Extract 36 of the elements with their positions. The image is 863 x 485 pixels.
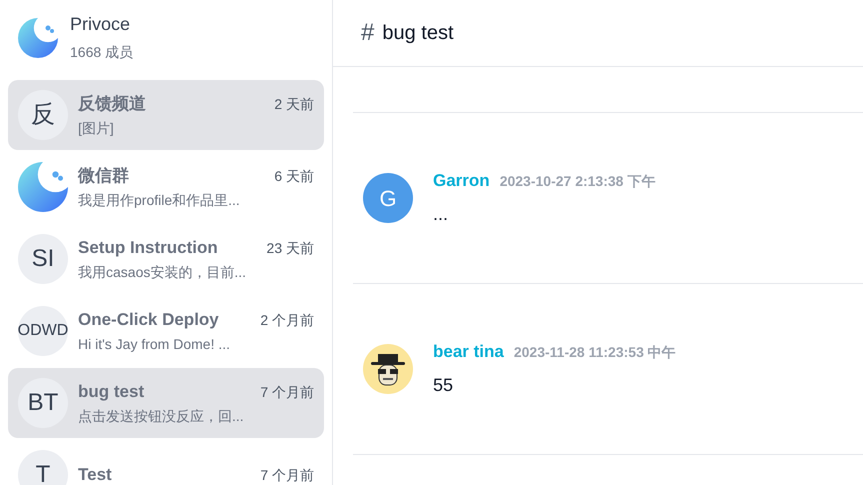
user-avatar: G bbox=[363, 173, 413, 223]
member-count: 1668 成员 bbox=[70, 42, 134, 62]
channel-time: 2 天前 bbox=[274, 94, 314, 114]
channel-avatar: ODWD bbox=[18, 306, 68, 356]
channel-time: 7 个月前 bbox=[260, 466, 314, 485]
channel-avatar: T bbox=[18, 450, 68, 485]
channel-preview: 点击发送按钮没反应，回... bbox=[78, 407, 245, 426]
channel-preview: [图片] bbox=[78, 119, 115, 138]
channel-time: 6 天前 bbox=[274, 166, 314, 186]
channel-title: bug test bbox=[382, 21, 454, 46]
channel-name: Test bbox=[78, 464, 112, 485]
message-time: 2023-10-27 2:13:38 下午 bbox=[500, 172, 656, 191]
avatar-drawing bbox=[363, 344, 413, 394]
channel-name: bug test bbox=[78, 380, 144, 403]
group-logo-icon bbox=[18, 18, 58, 58]
channel-avatar: SI bbox=[18, 234, 68, 284]
channel-preview: 我用casaos安装的，目前... bbox=[78, 263, 248, 282]
channel-avatar: 反 bbox=[18, 90, 68, 140]
message-text: ... bbox=[433, 203, 450, 226]
channel-avatar: BT bbox=[18, 378, 68, 428]
channel-item[interactable]: 反 反馈频道 2 天前 [图片] bbox=[8, 80, 324, 150]
channel-preview: Hi it's Jay from Dome! ... bbox=[78, 335, 232, 354]
channel-name: 反馈频道 bbox=[78, 92, 146, 115]
channel-name: 微信群 bbox=[78, 164, 129, 187]
channel-time: 7 个月前 bbox=[260, 382, 314, 402]
channel-time: 23 天前 bbox=[266, 238, 314, 258]
hash-icon: # bbox=[361, 15, 374, 51]
message-text: 55 bbox=[433, 374, 454, 398]
channel-name: One-Click Deploy bbox=[78, 308, 219, 331]
channel-item[interactable]: BT bug test 7 个月前 点击发送按钮没反应，回... bbox=[8, 368, 324, 438]
message-time: 2023-11-28 11:23:53 中午 bbox=[514, 342, 676, 362]
channel-time: 2 个月前 bbox=[260, 310, 314, 330]
channel-logo-icon bbox=[18, 162, 68, 212]
channel-name: Setup Instruction bbox=[78, 236, 218, 259]
channel-preview: 我是用作profile和作品里... bbox=[78, 191, 241, 210]
group-name: Privoce bbox=[70, 13, 132, 36]
